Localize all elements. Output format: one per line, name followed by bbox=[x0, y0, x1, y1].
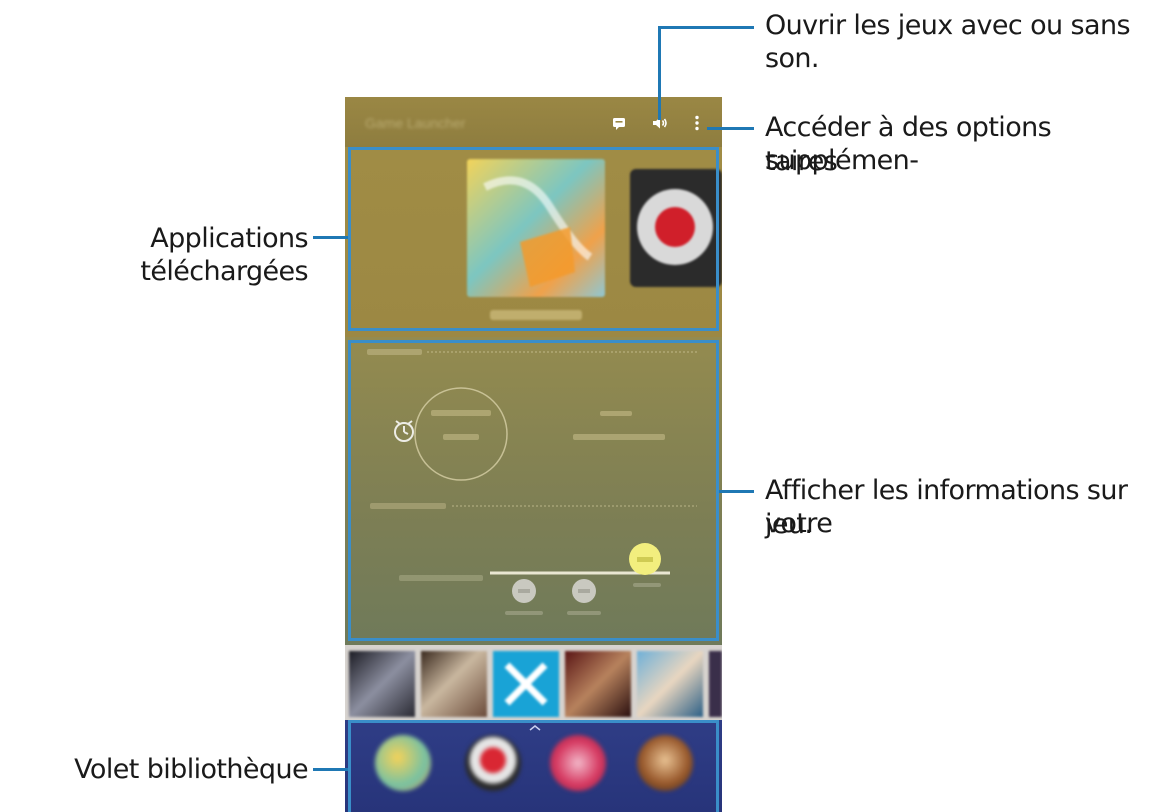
game-thumbnail[interactable] bbox=[709, 651, 722, 717]
library-callout-line bbox=[313, 768, 348, 771]
game-thumbnail[interactable] bbox=[421, 651, 487, 717]
options-callout-text-line2: taires bbox=[765, 146, 838, 177]
sound-callout-text: Ouvrir les jeux avec ou sans son. bbox=[765, 10, 1131, 74]
library-callout-text: Volet bibliothèque bbox=[74, 754, 308, 785]
game-info-highlight bbox=[348, 340, 719, 641]
message-icon[interactable] bbox=[607, 111, 631, 135]
downloaded-callout-line bbox=[313, 236, 348, 239]
options-callout-line bbox=[707, 127, 754, 130]
downloaded-callout-text: Applications téléchargées bbox=[140, 223, 308, 287]
sound-callout-line bbox=[658, 26, 754, 29]
sound-callout-line bbox=[658, 26, 661, 120]
info-callout-text-line1: Afficher les informations sur votre bbox=[765, 475, 1128, 539]
app-title: Game Launcher bbox=[365, 115, 466, 131]
game-thumbnail[interactable] bbox=[565, 651, 631, 717]
more-options-icon[interactable] bbox=[685, 111, 709, 135]
recent-games-strip bbox=[345, 645, 722, 720]
game-thumbnail[interactable] bbox=[493, 651, 559, 717]
game-thumbnail[interactable] bbox=[349, 651, 415, 717]
info-callout-line bbox=[719, 490, 754, 493]
game-thumbnail[interactable] bbox=[637, 651, 703, 717]
game-logo-icon bbox=[504, 662, 548, 706]
app-bar: Game Launcher bbox=[345, 97, 722, 147]
downloaded-apps-highlight bbox=[348, 147, 719, 331]
library-highlight bbox=[348, 720, 719, 812]
info-callout-text-line2: jeu. bbox=[765, 509, 813, 540]
